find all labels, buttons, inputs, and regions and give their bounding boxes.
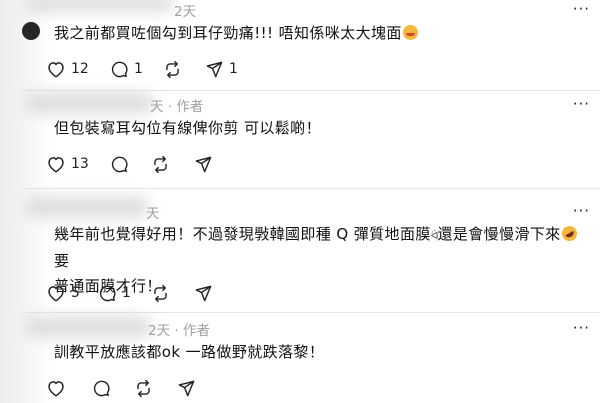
heart-icon bbox=[48, 381, 64, 397]
like-count: 5 bbox=[71, 285, 80, 301]
comment-icon bbox=[111, 61, 128, 77]
author-badge: · 作者 bbox=[167, 99, 204, 115]
comment-divider bbox=[22, 188, 600, 189]
repost-icon bbox=[137, 379, 150, 397]
comment-text: 幾年前也覺得好用！不過發現斅韓國即種 Q 彈質地面膜ᐛ還是會慢慢滑下來要 普通面… bbox=[54, 222, 584, 299]
heart-icon bbox=[48, 286, 64, 302]
reply-count: 1 bbox=[122, 285, 131, 301]
more-icon[interactable]: ··· bbox=[573, 319, 590, 337]
share-icon bbox=[206, 61, 223, 77]
share-button[interactable]: 1 bbox=[205, 58, 238, 80]
like-count: 13 bbox=[71, 156, 89, 172]
comment-icon bbox=[99, 285, 116, 301]
comment-divider bbox=[22, 90, 600, 91]
like-count: 12 bbox=[71, 61, 89, 77]
like-button[interactable]: 5 bbox=[46, 282, 80, 304]
repost-icon bbox=[154, 155, 167, 173]
reply-button[interactable]: 1 bbox=[98, 282, 131, 304]
reply-button[interactable] bbox=[110, 153, 129, 175]
comment-text: 我之前都買咗個勾到耳仔勁痛!!! 唔知係咪太大塊面 bbox=[54, 21, 584, 46]
like-button[interactable] bbox=[46, 377, 66, 399]
avatar[interactable] bbox=[22, 22, 40, 40]
comment-icon bbox=[93, 380, 110, 396]
repost-button[interactable] bbox=[151, 282, 170, 304]
share-icon bbox=[195, 285, 212, 301]
repost-button[interactable] bbox=[151, 153, 170, 175]
heart-icon bbox=[48, 62, 64, 78]
more-icon[interactable]: ··· bbox=[573, 202, 590, 220]
comment-1: 2天 ··· 我之前都買咗個勾到耳仔勁痛!!! 唔知係咪太大塊面 12 1 1 bbox=[0, 0, 600, 92]
like-button[interactable]: 13 bbox=[46, 153, 89, 175]
flushed-emoji-icon bbox=[402, 25, 418, 40]
reply-button[interactable]: 1 bbox=[110, 58, 143, 80]
comment-text: 但包裝寫耳勾位有線俾你剪 可以鬆啲！ bbox=[54, 119, 321, 137]
author-badge: · 作者 bbox=[174, 323, 210, 339]
comment-3: 天 ··· 幾年前也覺得好用！不過發現斅韓國即種 Q 彈質地面膜ᐛ還是會慢慢滑下… bbox=[0, 190, 600, 312]
share-icon bbox=[195, 156, 212, 172]
author-name-blurred bbox=[24, 316, 152, 338]
more-icon[interactable]: ··· bbox=[573, 0, 590, 18]
repost-button[interactable] bbox=[134, 377, 153, 399]
share-button[interactable] bbox=[194, 282, 213, 304]
heart-icon bbox=[48, 157, 64, 173]
author-name-blurred bbox=[24, 196, 149, 218]
comment-divider bbox=[22, 312, 600, 313]
comment-2: 天 · 作者 ··· 但包裝寫耳勾位有線俾你剪 可以鬆啲！ 13 bbox=[0, 92, 600, 188]
repost-button[interactable] bbox=[163, 58, 187, 80]
share-icon bbox=[178, 380, 195, 396]
like-button[interactable]: 12 bbox=[46, 58, 89, 80]
comment-timestamp: 2天 · 作者 bbox=[148, 323, 210, 339]
repost-icon bbox=[154, 284, 167, 302]
share-count: 1 bbox=[229, 61, 238, 77]
comment-text: 訓教平放應該都ok 一路做野就跌落黎！ bbox=[54, 343, 325, 361]
reply-count: 1 bbox=[134, 61, 143, 77]
share-button[interactable] bbox=[177, 377, 196, 399]
comment-timestamp: 天 bbox=[146, 206, 160, 222]
repost-icon bbox=[166, 60, 179, 78]
comment-icon bbox=[111, 156, 128, 172]
reply-button[interactable] bbox=[92, 377, 111, 399]
more-icon[interactable]: ··· bbox=[573, 95, 590, 113]
comment-timestamp: 2天 bbox=[174, 4, 197, 20]
author-name-blurred bbox=[24, 92, 154, 114]
rofl-emoji-icon bbox=[558, 223, 580, 244]
share-button[interactable] bbox=[194, 153, 213, 175]
comment-timestamp: 天 · 作者 bbox=[150, 99, 204, 115]
author-name-blurred bbox=[24, 0, 174, 12]
comment-4: 2天 · 作者 ··· 訓教平放應該都ok 一路做野就跌落黎！ bbox=[0, 314, 600, 403]
